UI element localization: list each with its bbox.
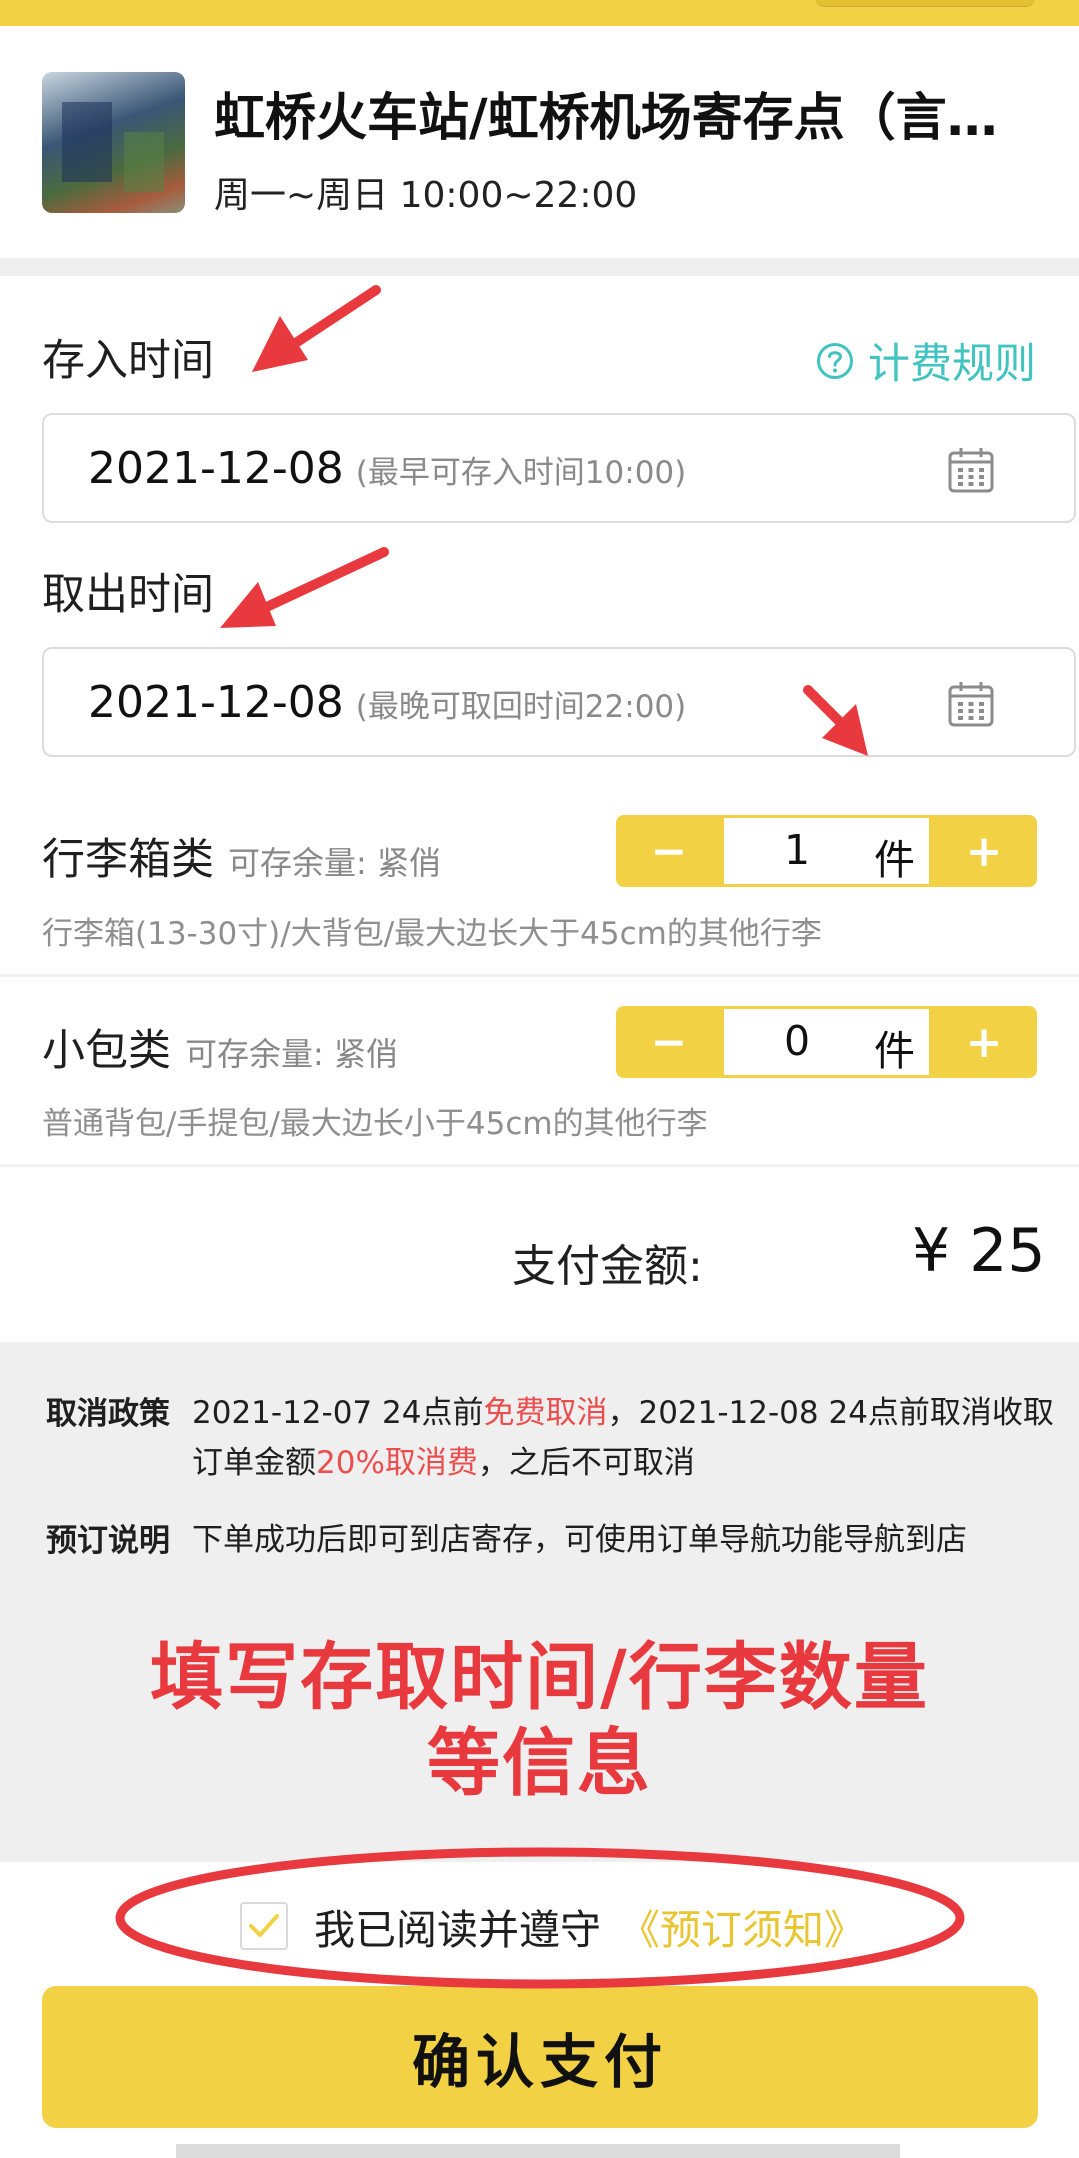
- deposit-date-field[interactable]: 2021-12-08 (最早可存入时间10:00): [42, 413, 1076, 523]
- item-stock: 可存余量: 紧俏: [185, 1035, 398, 1073]
- cancel-policy: 取消政策 2021-12-07 24点前免费取消，2021-12-08 24点前…: [46, 1388, 1054, 1498]
- increment-button[interactable]: +: [931, 1006, 1037, 1078]
- small-bag-item-title: 小包类 可存余量: 紧俏: [42, 1016, 398, 1078]
- cancel-policy-heading: 取消政策: [46, 1396, 170, 1432]
- decrement-button[interactable]: −: [616, 1006, 722, 1078]
- question-circle-icon: [817, 342, 853, 379]
- calendar-icon[interactable]: [948, 681, 994, 727]
- increment-button[interactable]: +: [931, 815, 1037, 887]
- deposit-date-hint: (最早可存入时间10:00): [355, 455, 687, 491]
- luggage-quantity-stepper: − 1 件 +: [616, 815, 1037, 887]
- deposit-time-label: 存入时间: [42, 336, 214, 386]
- agreement-text: 我已阅读并遵守: [314, 1906, 601, 1954]
- item-title-text: 小包类: [42, 1026, 171, 1076]
- divider: [0, 974, 1079, 977]
- cancel-policy-text: 2021-12-07 24点前免费取消，2021-12-08 24点前取消收取订…: [192, 1388, 1072, 1488]
- payment-label: 支付金额:: [512, 1241, 703, 1292]
- pickup-time-label: 取出时间: [42, 570, 214, 620]
- fee-rules-link[interactable]: 计费规则: [816, 330, 1036, 391]
- decrement-button[interactable]: −: [616, 815, 722, 887]
- booking-notes: 预订说明 下单成功后即可到店寄存，可使用订单导航功能导航到店: [46, 1515, 1046, 1575]
- pickup-date-field[interactable]: 2021-12-08 (最晚可取回时间22:00): [42, 647, 1076, 757]
- annotation-arrow: [252, 285, 381, 372]
- store-thumbnail: [42, 72, 185, 213]
- quantity-value: 1: [784, 826, 811, 874]
- annotation-text-line2: 等信息: [427, 1721, 652, 1806]
- quantity-display[interactable]: 0 件: [724, 1009, 929, 1075]
- quantity-unit: 件: [874, 836, 915, 884]
- booking-terms-link[interactable]: 《预订须知》: [619, 1896, 865, 1956]
- calendar-icon[interactable]: [948, 447, 994, 493]
- pickup-date-value: 2021-12-08: [88, 677, 344, 728]
- quantity-display[interactable]: 1 件: [724, 818, 929, 884]
- booking-notes-text: 下单成功后即可到店寄存，可使用订单导航功能导航到店: [192, 1522, 967, 1558]
- section-divider: [0, 258, 1079, 276]
- confirm-pay-button[interactable]: 确认支付: [42, 1986, 1038, 2128]
- divider: [0, 1164, 1079, 1167]
- agreement-row: 我已阅读并遵守 《预订须知》: [240, 1896, 865, 1956]
- checkmark-icon: [249, 1914, 279, 1937]
- quantity-unit: 件: [874, 1027, 915, 1075]
- small-bag-quantity-stepper: − 0 件 +: [616, 1006, 1037, 1078]
- store-hours: 周一~周日 10:00~22:00: [214, 175, 638, 216]
- annotation-arrow: [220, 547, 389, 628]
- pickup-date-hint: (最晚可取回时间22:00): [355, 689, 687, 725]
- agreement-checkbox[interactable]: [240, 1902, 288, 1950]
- item-stock: 可存余量: 紧俏: [228, 844, 441, 882]
- top-bar-button[interactable]: [815, 0, 1035, 6]
- quantity-value: 0: [784, 1017, 811, 1065]
- small-bag-item-desc: 普通背包/手提包/最大边长小于45cm的其他行李: [42, 1106, 708, 1142]
- item-title-text: 行李箱类: [42, 835, 214, 885]
- cancel-policy-part: ，之后不可取消: [477, 1445, 695, 1481]
- luggage-item-title: 行李箱类 可存余量: 紧俏: [42, 825, 441, 887]
- fee-rules-label: 计费规则: [868, 339, 1037, 388]
- payment-amount: ¥ 25: [912, 1216, 1046, 1286]
- cancel-policy-part: 2021-12-07 24点前: [192, 1395, 484, 1431]
- cancel-fee-highlight: 20%取消费: [316, 1445, 478, 1481]
- luggage-item-desc: 行李箱(13-30寸)/大背包/最大边长大于45cm的其他行李: [42, 916, 822, 952]
- booking-notes-heading: 预订说明: [46, 1523, 170, 1559]
- deposit-date-value: 2021-12-08: [88, 443, 344, 494]
- store-name: 虹桥火车站/虹桥机场寄存点（言…: [214, 89, 998, 148]
- free-cancel-highlight: 免费取消: [483, 1395, 608, 1431]
